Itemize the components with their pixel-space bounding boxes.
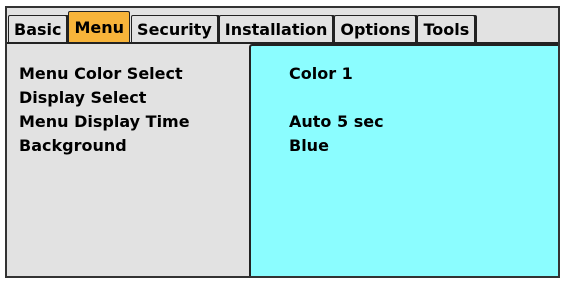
tab-bar: Basic Menu Security Installation Options… xyxy=(7,8,558,42)
background-label[interactable]: Background xyxy=(19,134,249,158)
menu-color-select-label[interactable]: Menu Color Select xyxy=(19,62,249,86)
menu-display-time-value[interactable]: Auto 5 sec xyxy=(289,110,384,134)
tab-bar-spacer xyxy=(476,16,558,42)
display-select-label[interactable]: Display Select xyxy=(19,86,249,110)
tab-basic[interactable]: Basic xyxy=(8,15,68,42)
tab-options[interactable]: Options xyxy=(334,15,417,42)
settings-value-panel: Color 1 Auto 5 sec Blue xyxy=(249,44,558,276)
tab-security[interactable]: Security xyxy=(131,15,218,42)
menu-display-time-label[interactable]: Menu Display Time xyxy=(19,110,249,134)
tab-menu[interactable]: Menu xyxy=(68,11,131,42)
tab-installation[interactable]: Installation xyxy=(218,15,334,42)
display-select-value[interactable] xyxy=(289,86,384,110)
menu-window: Basic Menu Security Installation Options… xyxy=(5,6,560,278)
tab-tools[interactable]: Tools xyxy=(417,15,476,42)
settings-values: Color 1 Auto 5 sec Blue xyxy=(289,62,384,158)
background-value[interactable]: Blue xyxy=(289,134,384,158)
settings-labels: Menu Color Select Display Select Menu Di… xyxy=(19,62,249,158)
menu-color-select-value[interactable]: Color 1 xyxy=(289,62,384,86)
